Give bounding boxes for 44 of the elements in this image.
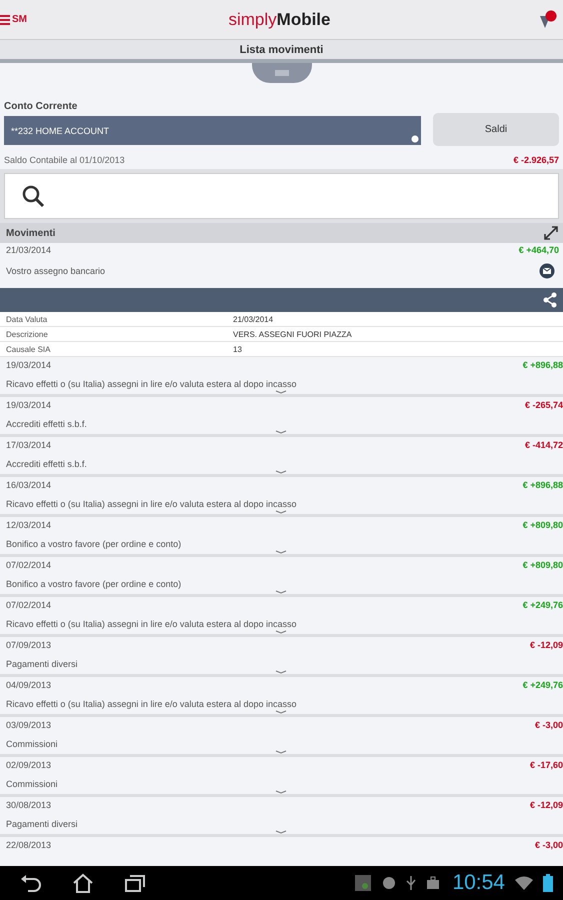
chevron-icon: [275, 590, 287, 594]
back-icon[interactable]: [20, 874, 42, 892]
clock: 10:54: [452, 871, 505, 895]
chevron-icon: [275, 670, 287, 674]
usb-icon: [406, 875, 416, 891]
app-logo: SM: [12, 14, 27, 24]
balance-button[interactable]: Saldi: [433, 113, 559, 146]
home-icon[interactable]: [72, 873, 94, 893]
briefcase-icon: [426, 876, 440, 890]
chevron-icon: [275, 390, 287, 394]
detail-value: 13: [233, 344, 242, 354]
balance-label: Saldo Contabile al 01/10/2013: [4, 155, 125, 165]
chevron-icon: [275, 470, 287, 474]
chevron-icon: [275, 430, 287, 434]
chevron-icon: [275, 550, 287, 554]
field-label: Conto Corrente: [4, 101, 78, 112]
detail-value: 21/03/2014: [233, 314, 274, 324]
battery-icon: [543, 874, 553, 892]
chevron-icon: [275, 630, 287, 634]
wifi-icon: [515, 876, 533, 890]
detail-value: VERS. ASSEGNI FUORI PIAZZA: [233, 330, 352, 338]
expand-icon[interactable]: [543, 225, 559, 241]
menu-icon[interactable]: [0, 14, 10, 26]
mail-icon[interactable]: [539, 263, 555, 279]
chevron-icon: [275, 750, 287, 754]
brand-name: Mobile: [276, 10, 330, 28]
chevron-icon: [275, 830, 287, 834]
brand-name: simply: [228, 10, 277, 28]
chevron-icon: [275, 790, 287, 794]
detail-label: Descrizione: [6, 330, 49, 338]
balance-amount: € -2.926,57: [513, 155, 559, 165]
chevron-icon: [275, 510, 287, 514]
notification-icon[interactable]: [539, 10, 557, 30]
section-title: Movimenti: [6, 228, 56, 238]
pull-tab[interactable]: [252, 63, 312, 83]
search-field[interactable]: [4, 173, 559, 219]
detail-label: Causale SIA: [6, 344, 52, 354]
recent-apps-icon[interactable]: [124, 874, 146, 892]
detail-label: Data Valuta: [6, 314, 48, 324]
screen-title: Lista movimenti: [240, 44, 324, 56]
gallery-icon: [354, 874, 372, 892]
chevron-icon: [275, 710, 287, 714]
account-select[interactable]: **232 HOME ACCOUNT: [4, 116, 421, 145]
share-icon[interactable]: [543, 292, 557, 308]
